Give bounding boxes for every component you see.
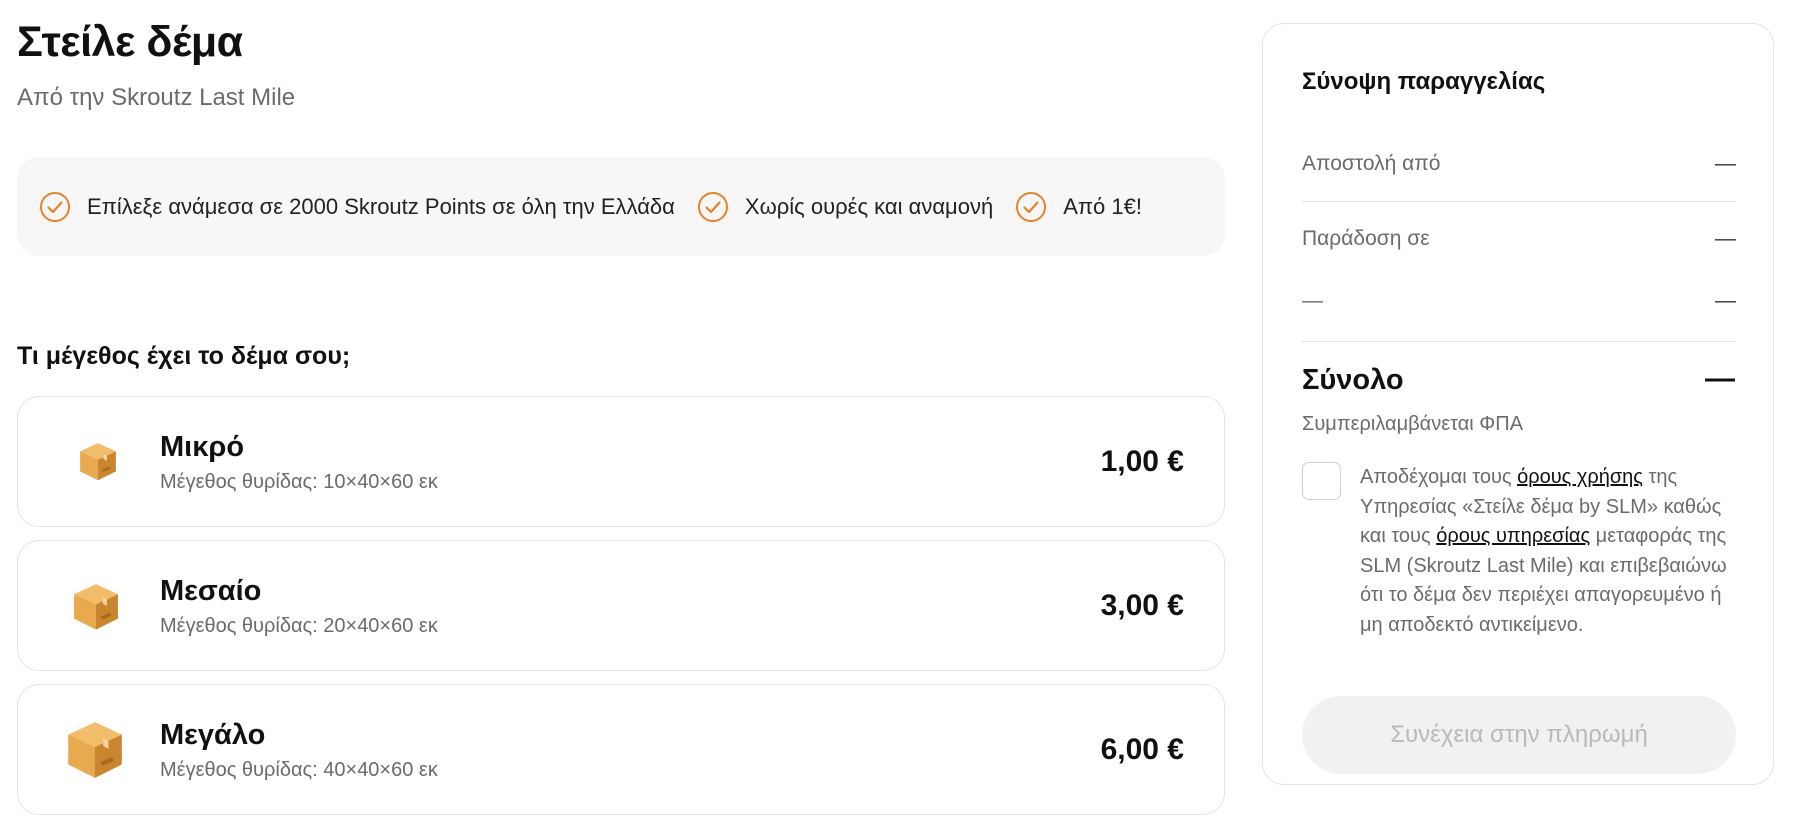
size-dimensions: Μέγεθος θυρίδας: 20×40×60 εκ [160, 615, 438, 637]
summary-row-size: — — [1302, 289, 1736, 317]
summary-row-value: — [1715, 152, 1736, 175]
package-icon [68, 722, 122, 778]
size-option-large[interactable]: Μεγάλο Μέγεθος θυρίδας: 40×40×60 εκ 6,00… [17, 684, 1225, 815]
features-banner: Επίλεξε ανάμεσα σε 2000 Skroutz Points σ… [17, 157, 1225, 256]
feature-item: Επίλεξε ανάμεσα σε 2000 Skroutz Points σ… [39, 191, 675, 223]
size-price: 1,00 € [1100, 445, 1184, 478]
size-question-heading: Τι μέγεθος έχει το δέμα σου; [17, 342, 351, 370]
size-option-small[interactable]: Μικρό Μέγεθος θυρίδας: 10×40×60 εκ 1,00 … [17, 396, 1225, 527]
total-value: — [1705, 362, 1735, 395]
page-subtitle: Από την Skroutz Last Mile [17, 84, 296, 111]
summary-row-label: Παράδοση σε [1302, 227, 1430, 250]
size-dimensions: Μέγεθος θυρίδας: 40×40×60 εκ [160, 759, 438, 781]
divider [1302, 201, 1736, 202]
size-price: 3,00 € [1100, 589, 1184, 622]
page-title: Στείλε δέμα [17, 18, 243, 66]
check-circle-icon [1016, 191, 1047, 222]
terms-checkbox[interactable] [1302, 462, 1341, 500]
check-circle-icon [40, 191, 70, 222]
size-name: Μικρό [160, 431, 245, 463]
feature-text: Επίλεξε ανάμεσα σε 2000 Skroutz Points σ… [87, 193, 675, 219]
summary-row-value: — [1715, 289, 1736, 312]
summary-row-to: Παράδοση σε — [1302, 227, 1736, 255]
size-dimensions: Μέγεθος θυρίδας: 10×40×60 εκ [160, 471, 438, 493]
summary-title: Σύνοψη παραγγελίας [1302, 68, 1546, 95]
feature-item: Χωρίς ουρές και αναμονή [697, 191, 993, 223]
vat-note: Συμπεριλαμβάνεται ΦΠΑ [1302, 413, 1524, 435]
continue-to-payment-button[interactable]: Συνέχεια στην πληρωμή [1302, 696, 1736, 774]
order-summary-panel: Σύνοψη παραγγελίας Αποστολή από — Παράδο… [1262, 23, 1774, 785]
size-price: 6,00 € [1100, 733, 1184, 766]
summary-row-from: Αποστολή από — [1302, 152, 1736, 180]
feature-text: Από 1€! [1063, 193, 1142, 219]
feature-item: Από 1€! [1015, 191, 1142, 223]
package-icon [74, 584, 118, 630]
size-option-medium[interactable]: Μεσαίο Μέγεθος θυρίδας: 20×40×60 εκ 3,00… [17, 540, 1225, 671]
summary-row-value: — [1715, 227, 1736, 250]
terms-text-part: Αποδέχομαι τους [1360, 466, 1518, 488]
terms-of-use-link[interactable]: όρους χρήσης [1517, 466, 1643, 488]
size-name: Μεγάλο [160, 719, 266, 751]
feature-text: Χωρίς ουρές και αναμονή [744, 193, 994, 219]
check-circle-icon [697, 191, 728, 222]
summary-row-label: Αποστολή από [1302, 152, 1441, 175]
summary-row-label: — [1302, 289, 1323, 312]
total-label: Σύνολο [1302, 364, 1404, 396]
terms-text: Αποδέχομαι τους όρους χρήσης της Υπηρεσί… [1360, 463, 1740, 640]
divider [1302, 341, 1736, 342]
service-terms-link[interactable]: όρους υπηρεσίας [1436, 525, 1590, 547]
package-icon [80, 443, 116, 481]
size-name: Μεσαίο [160, 575, 262, 607]
